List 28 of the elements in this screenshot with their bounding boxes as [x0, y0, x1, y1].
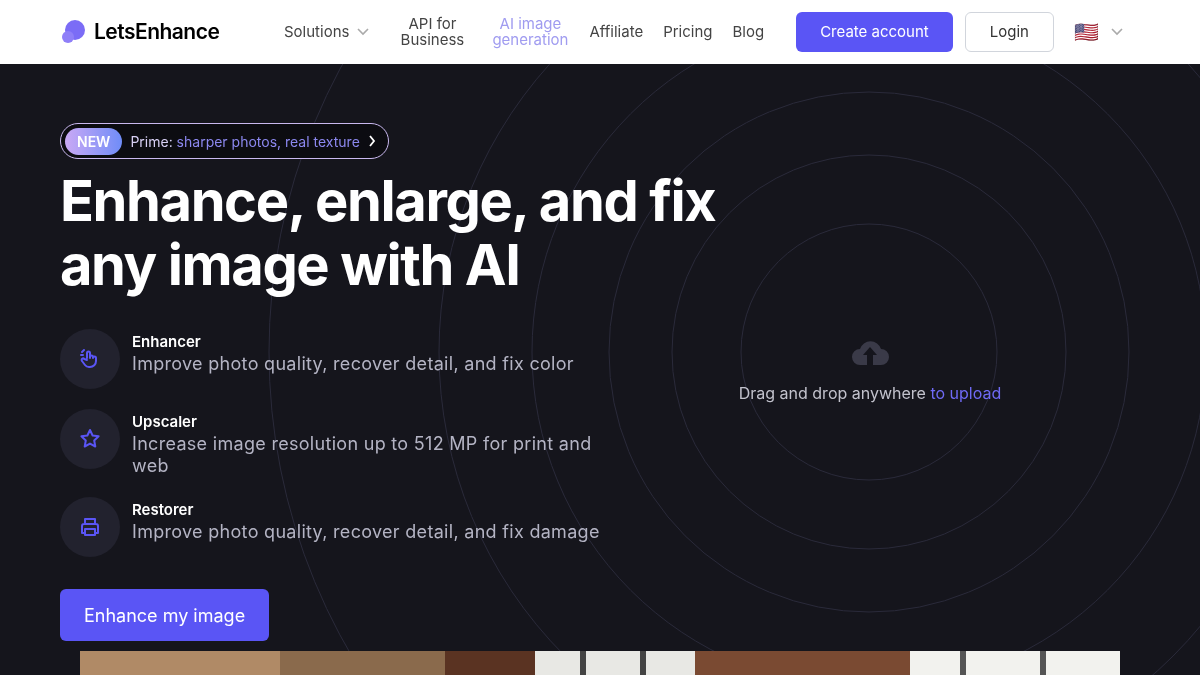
- logo-text[interactable]: LetsEnhance: [94, 16, 220, 48]
- create-account-button[interactable]: Create account: [796, 12, 953, 52]
- star-icon: [78, 427, 102, 451]
- announcement-pill[interactable]: NEW Prime: sharper photos, real texture: [60, 123, 389, 159]
- login-button[interactable]: Login: [964, 12, 1054, 52]
- nav-link[interactable]: API for Business: [393, 16, 472, 48]
- enhance-button[interactable]: Enhance my image: [60, 589, 270, 641]
- feature-title: Enhancer: [132, 331, 202, 353]
- language-selector[interactable]: 🇺🇸: [1073, 17, 1123, 47]
- chevron-down-icon: [1110, 28, 1123, 36]
- announcement-text: Prime: sharper photos, real texture: [130, 131, 360, 152]
- upload-cloud-icon: [850, 339, 890, 367]
- nav-link[interactable]: Pricing: [663, 24, 713, 40]
- feature-description: Improve photo quality, recover detail, and fix damage: [132, 521, 601, 543]
- upload-hint: Drag and drop anywhere to upload: [738, 382, 1002, 405]
- new-badge: NEW: [65, 127, 123, 155]
- feature-title: Upscaler: [132, 411, 198, 433]
- nav-link[interactable]: Blog: [732, 24, 765, 40]
- feature-description: Improve photo quality, recover detail, and fix color: [132, 353, 575, 375]
- chevron-right-icon: [367, 135, 376, 147]
- headline: Enhance, enlarge, and fix any image with AI: [60, 169, 717, 297]
- feature-title: Restorer: [132, 499, 195, 521]
- upload-link[interactable]: to upload: [930, 383, 1002, 403]
- nav-link[interactable]: Affiliate: [589, 24, 644, 40]
- printer-icon: [78, 515, 102, 539]
- feature-description: Increase image resolution up to 512 MP for print and web: [132, 433, 593, 477]
- logo-icon: [60, 19, 86, 45]
- nav-link[interactable]: Solutions: [284, 24, 370, 40]
